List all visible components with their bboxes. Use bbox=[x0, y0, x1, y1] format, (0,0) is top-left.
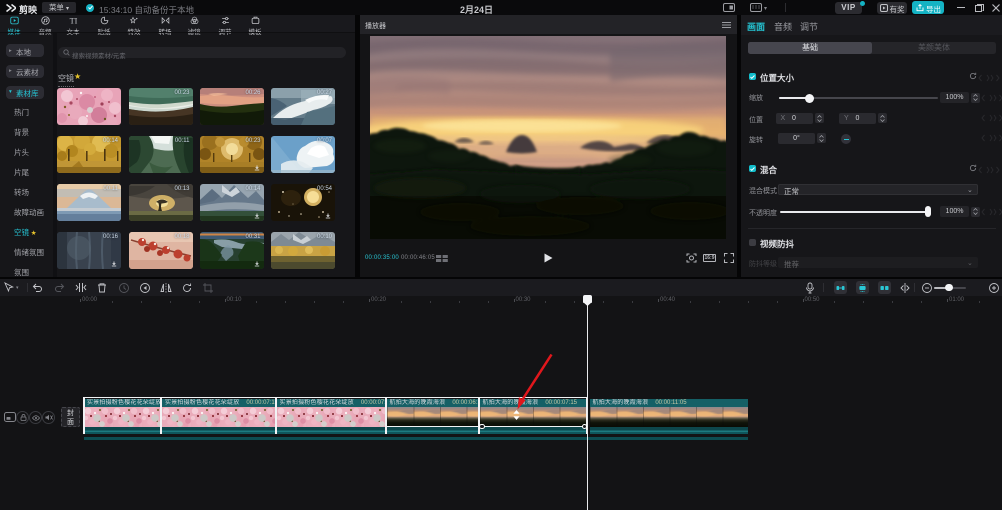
svg-text:TI: TI bbox=[69, 17, 77, 26]
